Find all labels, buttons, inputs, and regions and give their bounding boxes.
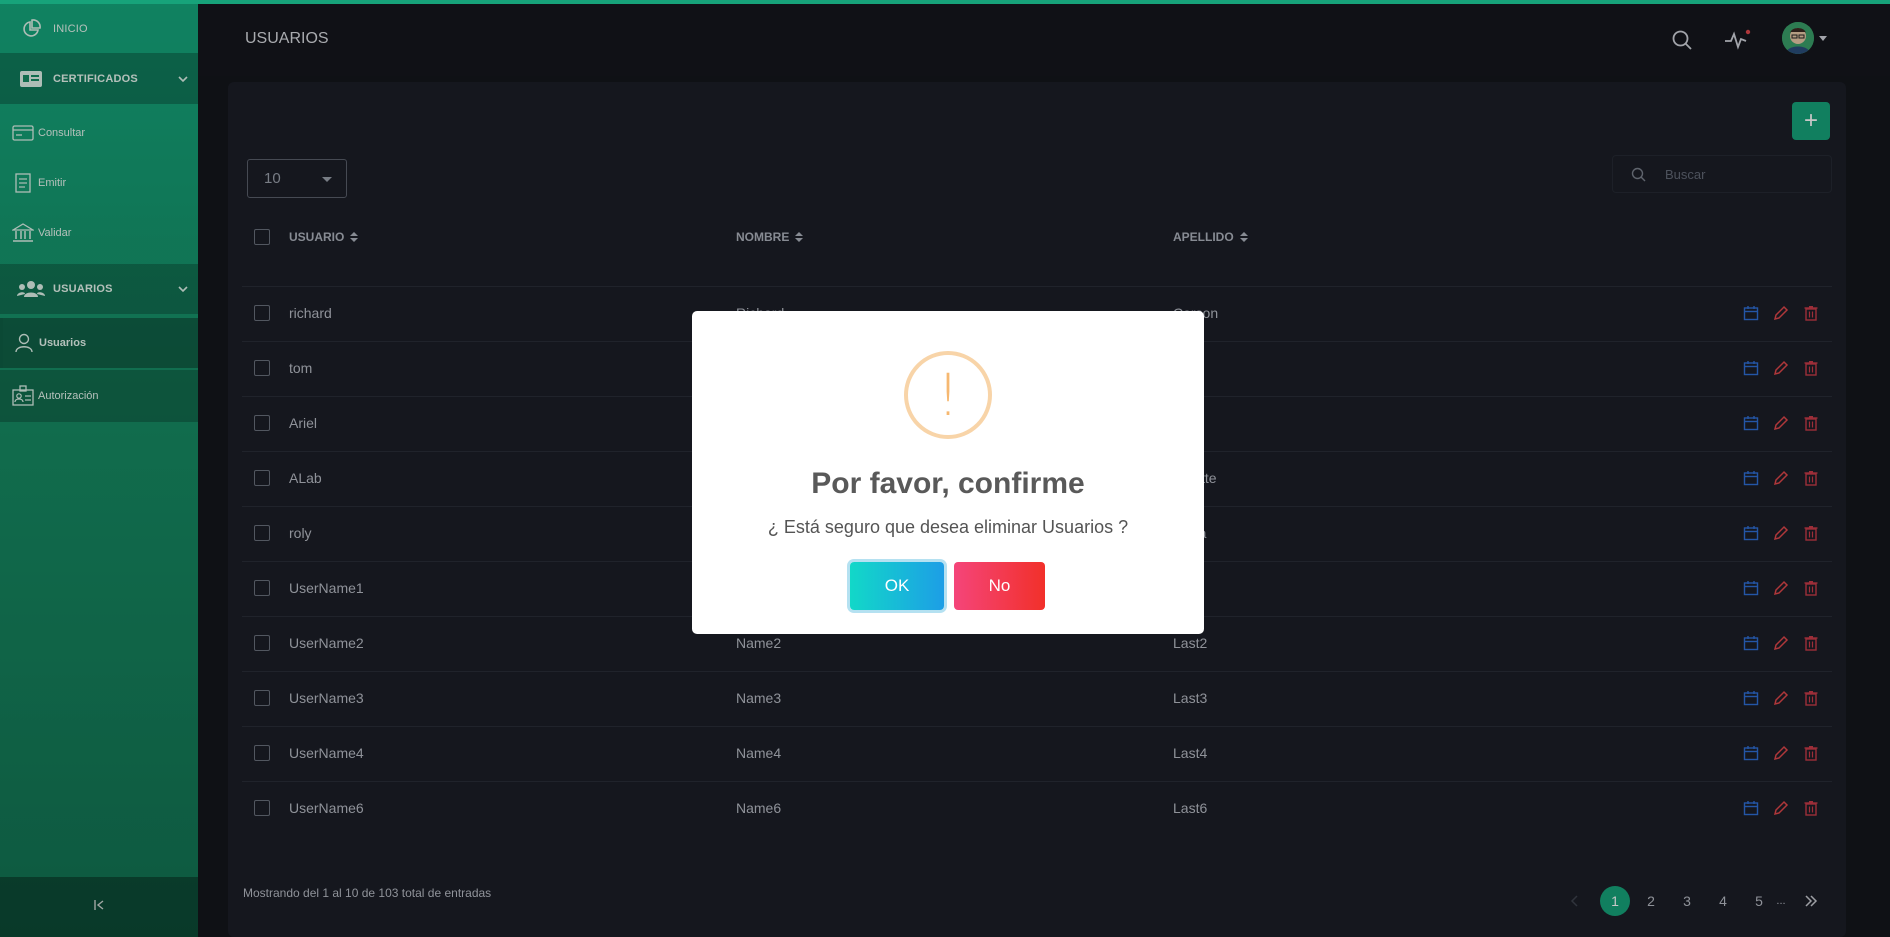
no-button[interactable]: No	[954, 562, 1045, 610]
top-accent-line	[0, 0, 1890, 4]
dialog-title: Por favor, confirme	[811, 467, 1085, 500]
confirm-dialog: ! Por favor, confirme ¿ Está seguro que …	[692, 311, 1204, 634]
warning-icon: !	[904, 351, 992, 439]
dialog-message: ¿ Está seguro que desea eliminar Usuario…	[767, 517, 1129, 537]
ok-button[interactable]: OK	[850, 562, 944, 610]
warning-glyph: !	[936, 361, 960, 429]
